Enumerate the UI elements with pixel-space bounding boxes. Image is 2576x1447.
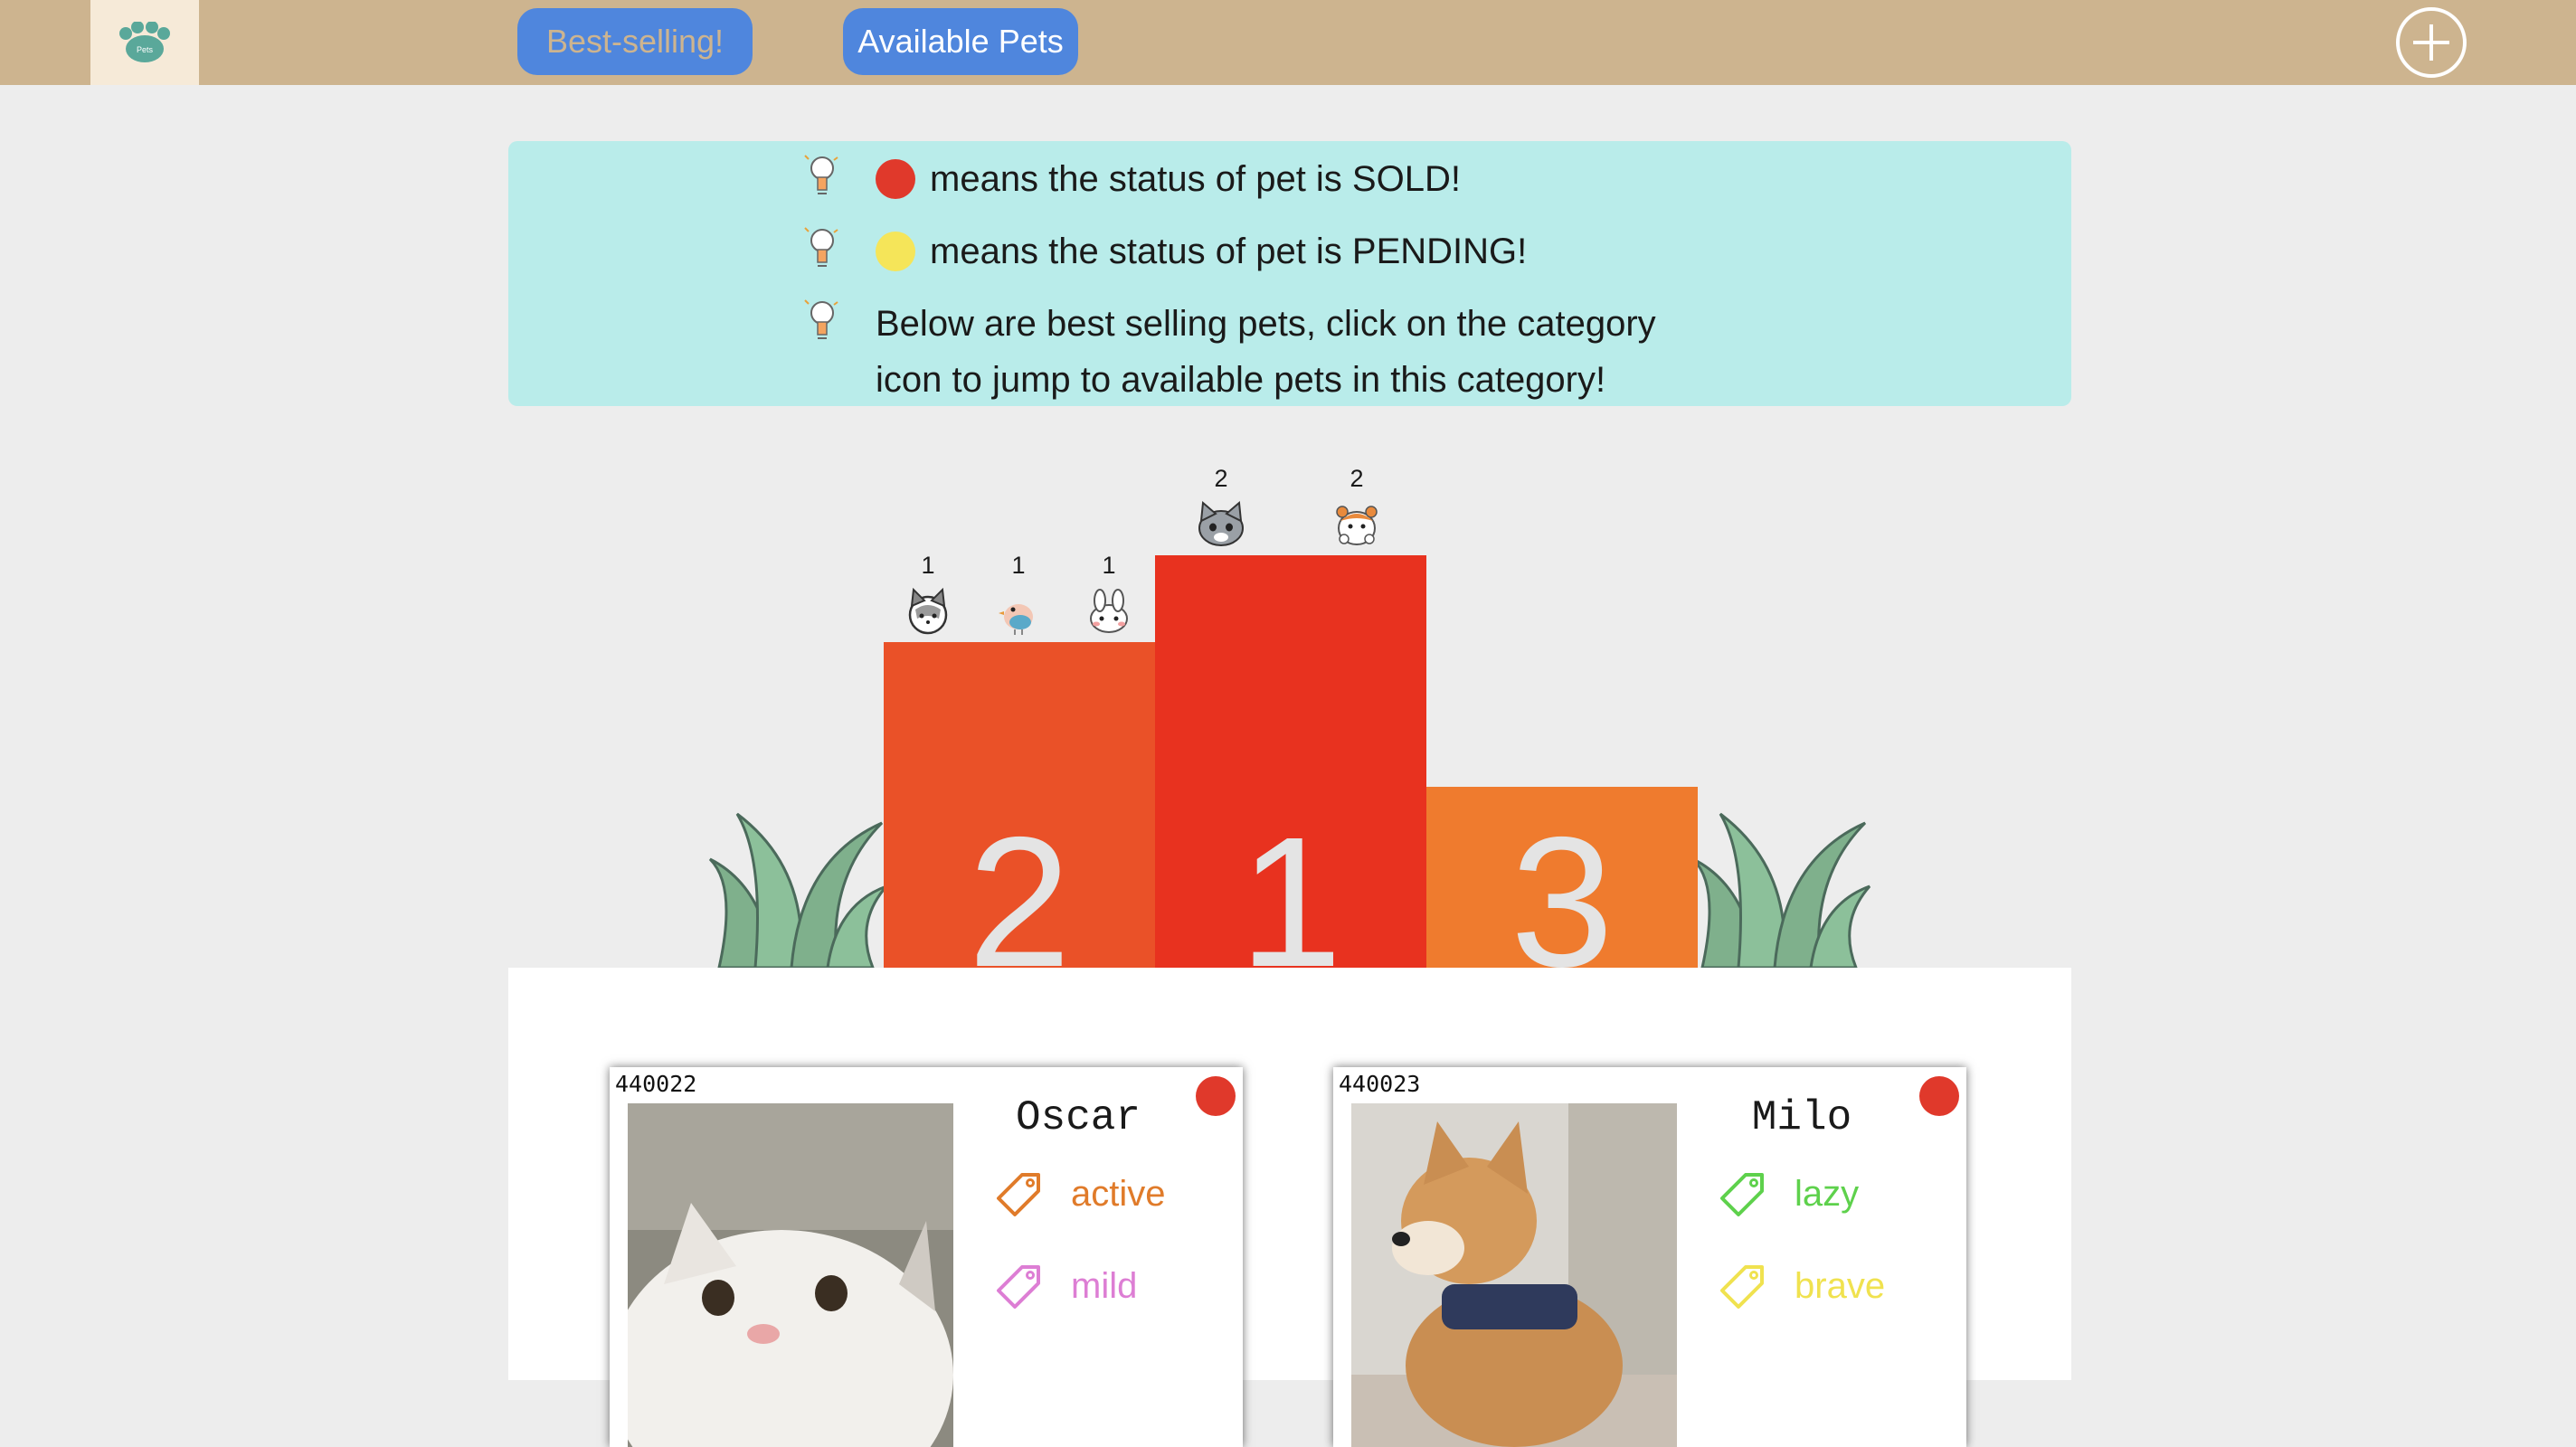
- podium-block-rank-2: 2: [884, 642, 1155, 968]
- tag-label: brave: [1795, 1265, 1886, 1306]
- lightbulb-icon: [804, 227, 838, 267]
- pending-status-dot: [876, 232, 915, 271]
- sales-count-label: 2: [1214, 465, 1228, 492]
- pet-tag: brave: [1719, 1259, 1885, 1313]
- pet-card[interactable]: 440023 Milo lazy brave: [1333, 1067, 1966, 1447]
- sales-count-label: 1: [1011, 552, 1026, 579]
- lightbulb-icon: [804, 155, 838, 194]
- sales-count-label: 1: [1102, 552, 1116, 579]
- sold-status-dot: [1196, 1076, 1236, 1116]
- svg-text:Pets: Pets: [137, 45, 154, 54]
- sales-count-label: 1: [921, 552, 935, 579]
- rabbit-icon[interactable]: [1084, 586, 1134, 637]
- hint-text-line-1: Below are best selling pets, click on th…: [876, 304, 1656, 344]
- hint-text-line-2: icon to jump to available pets in this c…: [876, 360, 1606, 400]
- pet-card-list: 440022 Oscar active mild 440023 Milo laz…: [508, 968, 2071, 1447]
- bird-icon[interactable]: [993, 586, 1044, 637]
- cat-icon[interactable]: [1196, 499, 1246, 550]
- pet-tag: mild: [995, 1259, 1137, 1313]
- white-cat-photo-icon: [628, 1103, 953, 1447]
- pet-tag: lazy: [1719, 1167, 1859, 1221]
- top-navbar: Pets Best-selling! Available Pets: [0, 0, 2576, 85]
- logo[interactable]: Pets: [90, 0, 199, 85]
- tag-icon: [997, 1265, 1040, 1309]
- pet-photo: [628, 1103, 953, 1447]
- pet-id: 440022: [615, 1071, 697, 1097]
- tag-label: active: [1071, 1173, 1166, 1214]
- pet-name: Oscar: [1015, 1094, 1141, 1141]
- tag-label: mild: [1071, 1265, 1138, 1306]
- lightbulb-icon: [804, 299, 838, 339]
- podium-block-rank-3: 3: [1426, 787, 1698, 968]
- pet-name: Milo: [1751, 1094, 1852, 1141]
- husky-icon[interactable]: [903, 586, 953, 637]
- podium-block-rank-1: 1: [1155, 555, 1426, 968]
- pending-legend-text: means the status of pet is PENDING!: [930, 232, 1528, 271]
- hamster-icon[interactable]: [1331, 499, 1382, 550]
- pet-photo: [1351, 1103, 1677, 1447]
- pet-card[interactable]: 440022 Oscar active mild: [610, 1067, 1243, 1447]
- tag-icon: [997, 1173, 1040, 1216]
- sold-legend-text: means the status of pet is SOLD!: [930, 159, 1461, 199]
- sold-status-dot: [876, 159, 915, 199]
- tag-icon: [1720, 1173, 1764, 1216]
- sales-count-label: 2: [1350, 465, 1364, 492]
- plant-right-icon: [1691, 812, 1871, 968]
- add-pet-icon[interactable]: [2395, 6, 2467, 79]
- plant-left-icon: [708, 812, 888, 968]
- pet-id: 440023: [1339, 1071, 1421, 1097]
- podium-rank-label: 3: [1510, 799, 1614, 968]
- tag-icon: [1720, 1265, 1764, 1309]
- legend-panel: means the status of pet is SOLD! means t…: [508, 141, 2071, 406]
- pet-tag: active: [995, 1167, 1166, 1221]
- podium-rank-label: 2: [967, 799, 1071, 968]
- best-selling-button[interactable]: Best-selling!: [517, 8, 753, 75]
- podium-rank-label: 1: [1238, 799, 1342, 968]
- tag-label: lazy: [1795, 1173, 1860, 1214]
- paw-logo-icon: Pets: [119, 22, 170, 62]
- shiba-dog-photo-icon: [1351, 1103, 1677, 1447]
- available-pets-button[interactable]: Available Pets: [843, 8, 1078, 75]
- sold-status-dot: [1919, 1076, 1959, 1116]
